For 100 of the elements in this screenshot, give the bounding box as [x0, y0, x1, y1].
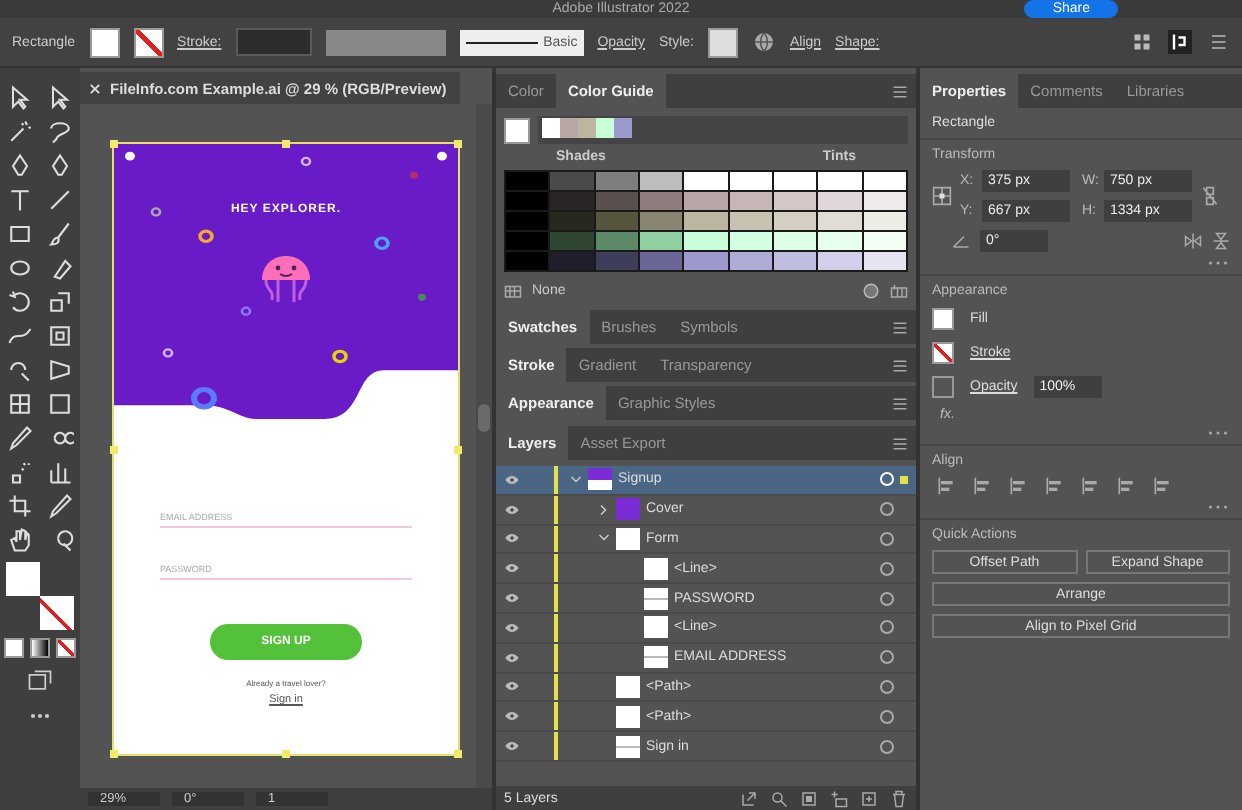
color-swatch[interactable]	[550, 192, 594, 210]
graph-icon[interactable]	[46, 458, 74, 486]
panel-toggle-icon[interactable]	[1168, 30, 1192, 54]
color-swatch[interactable]	[506, 232, 549, 250]
color-swatch[interactable]	[774, 212, 817, 230]
variable-width-field[interactable]	[325, 29, 446, 55]
harmony-strip[interactable]	[538, 116, 908, 144]
target-circle-icon[interactable]	[880, 620, 894, 635]
harmony-swatch[interactable]	[578, 118, 596, 138]
target-circle-icon[interactable]	[880, 591, 894, 606]
eye-icon[interactable]	[504, 473, 520, 486]
brush-icon[interactable]	[46, 220, 74, 248]
shaper-icon[interactable]	[6, 254, 34, 282]
clipping-mask-icon[interactable]	[800, 789, 818, 807]
color-swatch[interactable]	[818, 192, 862, 210]
color-swatch[interactable]	[506, 192, 549, 210]
new-layer-icon[interactable]	[860, 789, 878, 807]
vertical-scrollbar[interactable]	[476, 104, 492, 788]
shape-builder-icon[interactable]	[6, 356, 34, 384]
color-swatch[interactable]	[684, 212, 728, 230]
type-icon[interactable]	[6, 186, 34, 214]
eye-icon[interactable]	[504, 503, 520, 516]
panel-menu-icon[interactable]	[892, 319, 908, 335]
hand-icon[interactable]	[6, 526, 34, 554]
target-circle-icon[interactable]	[880, 502, 894, 517]
selection-handle[interactable]	[454, 446, 462, 454]
stroke-swatch[interactable]	[133, 27, 164, 57]
color-swatch[interactable]	[550, 172, 594, 190]
more-options-icon[interactable]	[1206, 430, 1230, 436]
base-color-swatch[interactable]	[504, 117, 530, 143]
selection-handle[interactable]	[282, 140, 290, 148]
constrain-link-icon[interactable]	[1200, 186, 1220, 206]
panel-menu-icon[interactable]	[892, 395, 908, 411]
new-sublayer-icon[interactable]	[830, 789, 848, 807]
color-swatch[interactable]	[640, 232, 683, 250]
more-options-icon[interactable]	[1206, 504, 1230, 510]
color-swatch[interactable]	[774, 232, 817, 250]
list-icon[interactable]	[1206, 30, 1230, 54]
lasso-icon[interactable]	[46, 118, 74, 146]
align-icon[interactable]	[972, 476, 992, 496]
flip-vertical-icon[interactable]	[1212, 232, 1230, 250]
export-icon[interactable]	[740, 789, 758, 807]
selection-handle[interactable]	[110, 140, 118, 148]
align-icon[interactable]	[1044, 476, 1064, 496]
line-icon[interactable]	[46, 186, 74, 214]
rotate-icon[interactable]	[6, 288, 34, 316]
selection-handle[interactable]	[110, 446, 118, 454]
color-swatch[interactable]	[863, 232, 906, 250]
color-swatch[interactable]	[729, 212, 772, 230]
flip-horizontal-icon[interactable]	[1184, 232, 1202, 250]
color-swatch[interactable]	[729, 172, 772, 190]
eyedropper-icon[interactable]	[6, 424, 34, 452]
color-swatch[interactable]	[506, 212, 549, 230]
grid-icon[interactable]	[1130, 30, 1154, 54]
color-swatch[interactable]	[684, 232, 728, 250]
magic-wand-icon[interactable]	[6, 118, 34, 146]
mesh-icon[interactable]	[6, 390, 34, 418]
scale-icon[interactable]	[46, 288, 74, 316]
selection-arrow-icon[interactable]	[6, 84, 34, 112]
align-icon[interactable]	[1080, 476, 1100, 496]
eye-icon[interactable]	[504, 621, 520, 634]
color-swatch[interactable]	[684, 172, 728, 190]
color-swatch[interactable]	[774, 192, 817, 210]
color-swatch[interactable]	[684, 252, 728, 270]
color-swatch[interactable]	[774, 172, 817, 190]
target-circle-icon[interactable]	[880, 709, 894, 724]
target-circle-icon[interactable]	[880, 531, 894, 546]
artboard-icon[interactable]	[6, 492, 34, 520]
color-swatch[interactable]	[640, 172, 683, 190]
selection-handle[interactable]	[454, 140, 462, 148]
align-icon[interactable]	[1116, 476, 1136, 496]
stroke-swatch[interactable]	[932, 342, 954, 364]
selection-handle[interactable]	[110, 750, 118, 758]
color-swatch[interactable]	[595, 232, 638, 250]
color-wheel-icon[interactable]	[862, 281, 880, 299]
color-swatch[interactable]	[550, 252, 594, 270]
color-swatch[interactable]	[550, 232, 594, 250]
color-swatch[interactable]	[863, 192, 906, 210]
perspective-icon[interactable]	[46, 356, 74, 384]
harmony-swatch[interactable]	[614, 118, 632, 138]
panel-menu-icon[interactable]	[892, 435, 908, 451]
color-swatch[interactable]	[729, 192, 772, 210]
eye-icon[interactable]	[504, 710, 520, 723]
harmony-swatch[interactable]	[560, 118, 578, 138]
more-options-icon[interactable]	[1206, 260, 1230, 266]
color-swatch[interactable]	[640, 212, 683, 230]
eye-icon[interactable]	[504, 592, 520, 605]
align-icon[interactable]	[1008, 476, 1028, 496]
target-circle-icon[interactable]	[880, 650, 894, 665]
slice-icon[interactable]	[46, 492, 74, 520]
target-circle-icon[interactable]	[880, 561, 894, 576]
eye-icon[interactable]	[504, 562, 520, 575]
color-swatch[interactable]	[729, 252, 772, 270]
curvature-pen-icon[interactable]	[46, 152, 74, 180]
screen-mode-icon[interactable]	[26, 666, 54, 694]
selection-handle[interactable]	[454, 750, 462, 758]
globe-icon[interactable]	[751, 30, 776, 54]
harmony-swatch[interactable]	[542, 118, 560, 138]
color-swatch[interactable]	[863, 252, 906, 270]
eye-icon[interactable]	[504, 532, 520, 545]
